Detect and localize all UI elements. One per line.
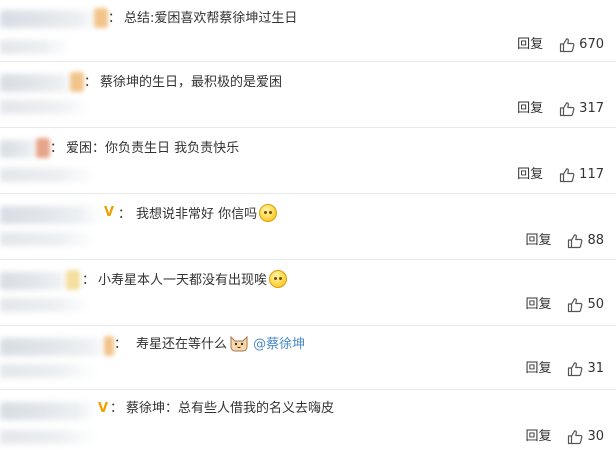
blurred-username[interactable]: [0, 272, 72, 290]
comment-text-wrap: 寿星还在等什么 @蔡徐坤: [136, 334, 305, 356]
comment-item: ： 爱困：你负责生日 我负责快乐 回复 117: [0, 128, 616, 194]
reply-button[interactable]: 回复: [525, 232, 551, 250]
comment-item: ： 寿星还在等什么 @蔡徐坤 回复 31: [0, 326, 616, 390]
reply-button[interactable]: 回复: [517, 36, 543, 54]
comment-item: ： 蔡徐坤的生日，最积极的是爱困 回复 317: [0, 62, 616, 128]
blurred-username[interactable]: [0, 338, 110, 356]
reply-button[interactable]: 回复: [525, 428, 551, 446]
like-count: 30: [587, 429, 604, 444]
thumbs-up-icon: [568, 234, 583, 249]
blurred-subtext: [0, 100, 90, 114]
reply-button[interactable]: 回复: [517, 166, 543, 184]
blurred-subtext: [0, 232, 96, 246]
like-button[interactable]: 117: [559, 166, 604, 184]
comment-actions: 回复 670: [517, 36, 604, 54]
comment-text: 蔡徐坤：总有些人借我的名义去嗨皮: [126, 401, 335, 416]
blurred-avatar-badge: [70, 72, 84, 92]
comment-prefix: ：: [114, 337, 128, 352]
sad-emoji-icon: [269, 270, 288, 288]
like-button[interactable]: 30: [567, 428, 604, 446]
comment-text: 寿星还在等什么: [136, 337, 228, 352]
comment-actions: 回复 317: [517, 100, 604, 118]
comment-item: V ： 蔡徐坤：总有些人借我的名义去嗨皮 回复 30: [0, 390, 616, 462]
like-count: 50: [587, 297, 604, 312]
comment-prefix: ：: [110, 401, 124, 416]
comment-item: ： 总结:爱困喜欢帮蔡徐坤过生日 回复 670: [0, 0, 616, 62]
blurred-username[interactable]: [0, 74, 76, 92]
comment-actions: 回复 117: [517, 166, 604, 184]
thumbs-up-icon: [568, 362, 583, 377]
comment-actions: 回复 31: [525, 360, 604, 378]
comment-text: 我想说非常好 你信吗: [136, 207, 258, 222]
blurred-username[interactable]: [0, 402, 96, 420]
comment-item: ： 小寿星本人一天都没有出现唉 回复 50: [0, 260, 616, 326]
thumbs-up-icon: [560, 168, 575, 183]
like-button[interactable]: 50: [567, 296, 604, 314]
comment-actions: 回复 50: [525, 296, 604, 314]
reply-button[interactable]: 回复: [525, 360, 551, 378]
thumbs-up-icon: [560, 38, 575, 53]
comment-actions: 回复 88: [525, 232, 604, 250]
blurred-username[interactable]: [0, 140, 40, 158]
blurred-subtext: [0, 364, 96, 378]
like-count: 670: [579, 37, 604, 52]
blurred-avatar-badge: [104, 336, 114, 356]
comment-actions: 回复 30: [525, 428, 604, 446]
blurred-subtext: [0, 168, 96, 182]
blurred-avatar-badge: [94, 8, 108, 28]
comment-text-wrap: 小寿星本人一天都没有出现唉: [98, 270, 288, 292]
comment-item: V ： 我想说非常好 你信吗 回复 88: [0, 194, 616, 260]
comment-text: 蔡徐坤的生日，最积极的是爱困: [100, 75, 283, 90]
comment-prefix: ：: [82, 273, 96, 288]
comment-prefix: ：: [84, 75, 98, 90]
blurred-avatar-badge: [36, 138, 50, 158]
like-count: 117: [579, 167, 604, 182]
like-button[interactable]: 670: [559, 36, 604, 54]
comment-prefix: ：: [108, 11, 122, 26]
like-button[interactable]: 317: [559, 100, 604, 118]
blurred-avatar-badge: [66, 270, 80, 290]
thumbs-up-icon: [568, 298, 583, 313]
mention-link[interactable]: @蔡徐坤: [253, 337, 305, 352]
comment-prefix: ：: [118, 207, 132, 222]
like-count: 88: [587, 233, 604, 248]
verified-v-badge: V: [98, 401, 109, 416]
like-count: 31: [587, 361, 604, 376]
like-button[interactable]: 88: [567, 232, 604, 250]
blurred-subtext: [0, 298, 90, 312]
comment-text: 总结:爱困喜欢帮蔡徐坤过生日: [124, 11, 298, 26]
reply-button[interactable]: 回复: [525, 296, 551, 314]
verified-v-badge: V: [104, 205, 115, 220]
smile-emoji-icon: [259, 204, 278, 222]
reply-button[interactable]: 回复: [517, 100, 543, 118]
cat-emoji-icon: [229, 334, 249, 352]
comment-text: 爱困：你负责生日 我负责快乐: [66, 141, 240, 156]
comment-list: ： 总结:爱困喜欢帮蔡徐坤过生日 回复 670 ： 蔡徐坤的生日，最积极的是爱困…: [0, 0, 616, 462]
thumbs-up-icon: [568, 430, 583, 445]
thumbs-up-icon: [560, 102, 575, 117]
comment-prefix: ：: [50, 141, 64, 156]
blurred-subtext: [0, 40, 70, 54]
like-count: 317: [579, 101, 604, 116]
blurred-username[interactable]: [0, 10, 100, 28]
like-button[interactable]: 31: [567, 360, 604, 378]
comment-text-wrap: 我想说非常好 你信吗: [136, 204, 278, 226]
blurred-subtext: [0, 430, 96, 444]
comment-text: 小寿星本人一天都没有出现唉: [98, 273, 268, 288]
blurred-username[interactable]: [0, 206, 100, 224]
